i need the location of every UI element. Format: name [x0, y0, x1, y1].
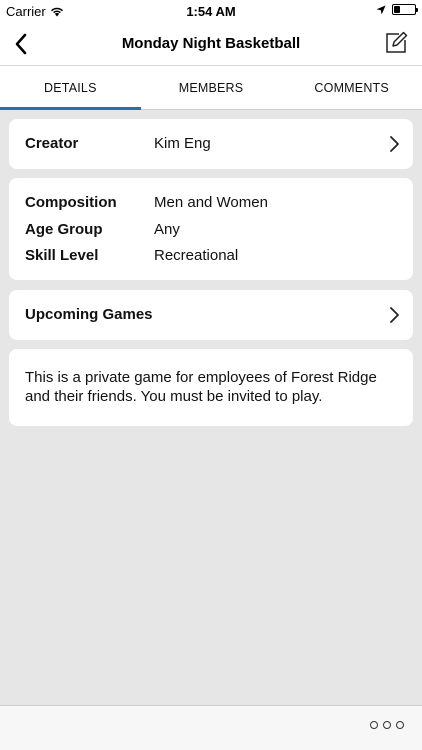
bottom-toolbar [0, 705, 422, 750]
edit-icon[interactable] [382, 29, 410, 57]
navigation-bar: Monday Night Basketball [0, 22, 422, 66]
description-card: This is a private game for employees of … [9, 349, 413, 426]
screen: Carrier 1:54 AM Monday Night Basketball [0, 0, 422, 750]
battery-icon [392, 4, 418, 15]
status-bar: Carrier 1:54 AM [0, 0, 422, 22]
chevron-right-icon [390, 307, 399, 323]
status-time: 1:54 AM [186, 4, 236, 19]
creator-value: Kim Eng [154, 135, 211, 152]
creator-label: Creator [25, 135, 79, 152]
tab-details[interactable]: DETAILS [0, 66, 141, 110]
game-description: This is a private game for employees of … [25, 369, 377, 405]
more-options-icon[interactable] [370, 721, 404, 729]
skill-level-label: Skill Level [25, 247, 99, 264]
tab-comments[interactable]: COMMENTS [281, 66, 422, 109]
chevron-right-icon [390, 136, 399, 152]
tab-members[interactable]: MEMBERS [141, 66, 282, 109]
status-right [376, 4, 418, 15]
age-group-value: Any [154, 221, 180, 238]
page-title: Monday Night Basketball [121, 35, 301, 52]
tab-bar: DETAILS MEMBERS COMMENTS [0, 66, 422, 110]
composition-value: Men and Women [154, 194, 268, 211]
skill-level-value: Recreational [154, 247, 239, 264]
back-arrow-icon[interactable] [10, 31, 36, 57]
age-group-label: Age Group [25, 221, 103, 238]
composition-label: Composition [25, 194, 117, 211]
game-info-card: Composition Men and Women Age Group Any … [9, 178, 413, 280]
upcoming-games-label: Upcoming Games [25, 306, 153, 323]
creator-row[interactable]: Creator Kim Eng [9, 119, 413, 169]
location-arrow-icon [376, 5, 386, 14]
upcoming-games-row[interactable]: Upcoming Games [9, 290, 413, 340]
